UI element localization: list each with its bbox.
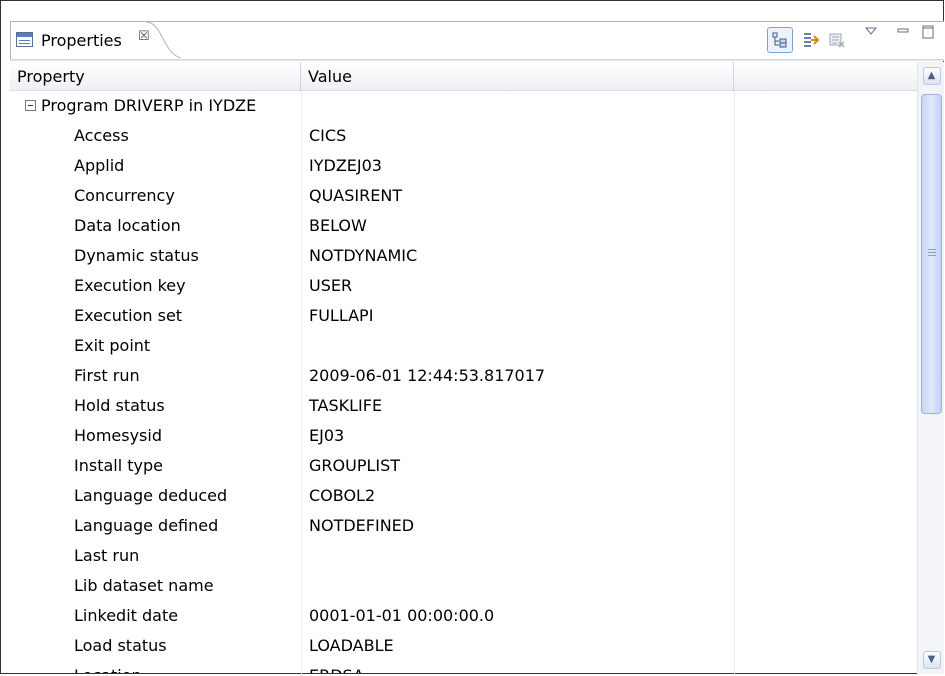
table-row[interactable]: Install type GROUPLIST	[10, 451, 917, 480]
property-value: NOTDYNAMIC	[309, 246, 418, 265]
property-name: Homesysid	[74, 426, 162, 445]
maximize-button[interactable]	[919, 23, 937, 41]
property-value: NOTDEFINED	[309, 516, 415, 535]
chevron-up-icon: ▲	[922, 66, 941, 85]
property-value: GROUPLIST	[309, 456, 401, 475]
table-row[interactable]: Applid IYDZEJ03	[10, 151, 917, 180]
scrollbar-thumb[interactable]	[921, 94, 942, 414]
table-row[interactable]: Load status LOADABLE	[10, 631, 917, 660]
property-value: IYDZEJ03	[309, 156, 382, 175]
property-name: Dynamic status	[74, 246, 199, 265]
column-header-property[interactable]: Property	[10, 62, 301, 91]
property-name: Access	[74, 126, 129, 145]
table-row[interactable]: Language defined NOTDEFINED	[10, 511, 917, 540]
property-name: Language deduced	[74, 486, 228, 505]
scroll-up-button[interactable]: ▲	[918, 62, 945, 89]
minimize-button[interactable]	[895, 23, 911, 39]
view-menu-button[interactable]	[863, 23, 879, 39]
group-label: Program DRIVERP in IYDZE	[41, 96, 257, 115]
property-value: TASKLIFE	[309, 396, 383, 415]
table-row[interactable]: Hold status TASKLIFE	[10, 391, 917, 420]
property-name: Exit point	[74, 336, 151, 355]
property-value: 0001-01-01 00:00:00.0	[309, 606, 495, 625]
show-advanced-properties-button[interactable]	[798, 27, 824, 53]
property-name: Location	[74, 661, 142, 673]
property-value: COBOL2	[309, 486, 376, 505]
table-row[interactable]: Concurrency QUASIRENT	[10, 181, 917, 210]
table-row[interactable]: Dynamic status NOTDYNAMIC	[10, 241, 917, 270]
table-row[interactable]: Execution key USER	[10, 271, 917, 300]
properties-table: Program DRIVERP in IYDZE Access CICS Appl…	[10, 91, 917, 673]
restore-default-button[interactable]	[824, 27, 850, 53]
table-row[interactable]: Lib dataset name	[10, 571, 917, 600]
grip-icon	[928, 249, 936, 258]
properties-view: Properties ☒ Property Value Program DRIV…	[0, 0, 944, 676]
property-value: QUASIRENT	[309, 186, 403, 205]
property-name: First run	[74, 366, 140, 385]
restore-default-icon	[829, 33, 845, 48]
property-name: Load status	[74, 636, 167, 655]
property-value: CICS	[309, 126, 347, 145]
tree-group-row[interactable]: Program DRIVERP in IYDZE	[10, 91, 917, 120]
table-row[interactable]: Location ERDSA	[10, 661, 917, 673]
property-value: USER	[309, 276, 353, 295]
table-row[interactable]: Last run	[10, 541, 917, 570]
maximize-icon	[922, 25, 934, 39]
properties-icon	[16, 32, 33, 47]
column-header-value[interactable]: Value	[301, 62, 734, 91]
table-row[interactable]: First run 2009-06-01 12:44:53.817017	[10, 361, 917, 390]
property-name: Language defined	[74, 516, 219, 535]
property-value: ERDSA	[309, 661, 364, 673]
tab-edge	[146, 22, 186, 60]
table-row[interactable]: Linkedit date 0001-01-01 00:00:00.0	[10, 601, 917, 630]
property-value: EJ03	[309, 426, 345, 445]
property-name: Applid	[74, 156, 125, 175]
table-row[interactable]: Data location BELOW	[10, 211, 917, 240]
view-menu-icon	[865, 27, 877, 35]
tab-title[interactable]: Properties	[41, 31, 122, 50]
table-row[interactable]: Execution set FULLAPI	[10, 301, 917, 330]
property-name: Install type	[74, 456, 163, 475]
collapse-icon[interactable]	[25, 100, 36, 111]
property-value: BELOW	[309, 216, 367, 235]
property-name: Execution set	[74, 306, 183, 325]
property-name: Execution key	[74, 276, 186, 295]
property-value: LOADABLE	[309, 636, 394, 655]
property-name: Data location	[74, 216, 181, 235]
chevron-down-icon: ▼	[922, 650, 941, 669]
property-name: Linkedit date	[74, 606, 179, 625]
property-name: Concurrency	[74, 186, 175, 205]
tab-bar-separator	[10, 59, 944, 61]
minimize-icon	[897, 28, 909, 33]
show-advanced-properties-icon	[804, 33, 820, 47]
property-name: Lib dataset name	[74, 576, 214, 595]
table-header: Property Value	[10, 62, 917, 91]
show-categories-button[interactable]	[767, 27, 793, 53]
show-categories-icon	[772, 32, 787, 48]
property-name: Hold status	[74, 396, 165, 415]
scroll-down-button[interactable]: ▼	[918, 646, 945, 673]
property-value: 2009-06-01 12:44:53.817017	[309, 366, 546, 385]
table-row[interactable]: Language deduced COBOL2	[10, 481, 917, 510]
property-value: FULLAPI	[309, 306, 374, 325]
close-icon[interactable]: ☒	[138, 29, 150, 44]
table-row[interactable]: Homesysid EJ03	[10, 421, 917, 450]
property-name: Last run	[74, 546, 140, 565]
table-row[interactable]: Access CICS	[10, 121, 917, 150]
vertical-scrollbar[interactable]: ▲ ▼	[917, 62, 944, 674]
table-row[interactable]: Exit point	[10, 331, 917, 360]
